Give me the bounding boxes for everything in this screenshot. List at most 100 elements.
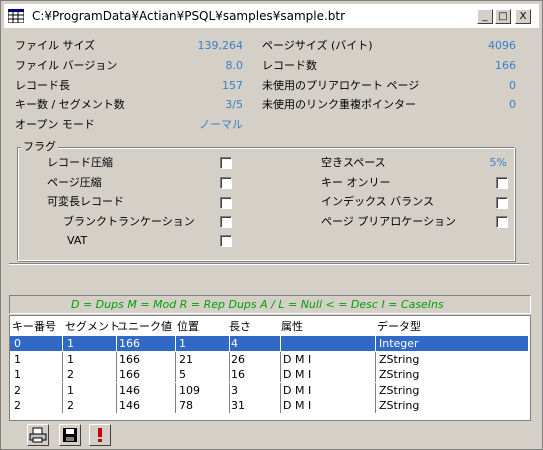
app-window: C:¥ProgramData¥Actian¥PSQL¥samples¥sampl…	[0, 0, 543, 450]
column-separator	[375, 367, 376, 382]
file-version-label: ファイル バージョン	[15, 59, 118, 72]
column-separator	[116, 336, 117, 351]
flags-title: フラグ	[21, 139, 58, 155]
flag-record-compression-label: レコード圧縮	[47, 156, 113, 169]
flag-key-only-label: キー オンリー	[321, 176, 391, 189]
print-button[interactable]	[27, 424, 49, 446]
minimize-button[interactable]: _	[477, 9, 493, 24]
column-separator	[175, 351, 176, 367]
table-cell: ZString	[379, 368, 420, 381]
table-cell: D M I	[283, 399, 312, 412]
table-cell: 166	[119, 337, 140, 350]
table-cell: 1	[14, 352, 21, 366]
table-cell: Integer	[379, 337, 419, 350]
table-cell: 2	[67, 399, 74, 412]
table-cell: 78	[179, 399, 193, 412]
header-unique-values[interactable]: ユニーク値	[117, 319, 172, 335]
grid-icon	[8, 9, 24, 23]
header-key-number[interactable]: キー番号	[12, 319, 56, 335]
table-cell: ZString	[379, 383, 420, 397]
table-cell: 1	[179, 337, 186, 350]
flag-record-compression-checkbox[interactable]	[220, 157, 232, 169]
flag-vat-checkbox[interactable]	[220, 235, 232, 247]
free-space-value: 5%	[489, 156, 507, 169]
table-cell: 0	[14, 337, 21, 350]
table-cell: 3	[231, 383, 238, 397]
flag-index-balance-checkbox[interactable]	[496, 197, 508, 209]
flag-variable-length-checkbox[interactable]	[220, 197, 232, 209]
table-cell: 1	[67, 337, 74, 350]
file-size-label: ファイル サイズ	[15, 39, 96, 52]
flag-blank-truncation-label: ブランクトランケーション	[63, 215, 195, 228]
window-title: C:¥ProgramData¥Actian¥PSQL¥samples¥sampl…	[32, 9, 346, 23]
free-space-label: 空きスペース	[321, 156, 386, 169]
column-separator	[62, 382, 63, 398]
flag-page-compression-checkbox[interactable]	[220, 177, 232, 189]
column-separator	[62, 398, 63, 413]
table-cell: D M I	[283, 383, 312, 397]
unused-dup-pointer-label: 未使用のリンク重複ポインター	[262, 98, 416, 111]
unused-prealloc-value: 0	[509, 79, 516, 92]
flag-page-prealloc-label: ページ プリアロケーション	[321, 215, 457, 228]
flag-index-balance-label: インデックス バランス	[321, 195, 434, 208]
flag-vat-label: VAT	[67, 234, 88, 247]
flag-page-prealloc-checkbox[interactable]	[496, 216, 508, 228]
table-cell: 21	[179, 352, 193, 366]
header-segment[interactable]: セグメント	[65, 319, 120, 335]
column-separator	[175, 382, 176, 398]
header-position[interactable]: 位置	[177, 319, 199, 335]
column-separator	[62, 336, 63, 351]
column-separator	[375, 351, 376, 367]
attribute-legend: D = Dups M = Mod R = Rep Dups A / L = Nu…	[71, 298, 444, 311]
record-count-value: 166	[495, 59, 516, 72]
column-separator	[280, 398, 281, 413]
column-separator	[116, 367, 117, 382]
column-separator	[175, 398, 176, 413]
alert-button[interactable]	[89, 424, 111, 446]
table-row[interactable]: 1 2 166 5 16 D M I ZString	[10, 367, 528, 382]
record-length-label: レコード長	[15, 79, 70, 92]
table-cell: ZString	[379, 352, 420, 366]
table-row[interactable]: 0 1 166 1 4 Integer	[10, 336, 528, 351]
table-cell: 1	[67, 383, 74, 397]
table-cell: 109	[179, 383, 200, 397]
header-attributes[interactable]: 属性	[281, 319, 303, 335]
column-separator	[116, 382, 117, 398]
table-row[interactable]: 2 2 146 78 31 D M I ZString	[10, 398, 528, 413]
table-cell: D M I	[283, 368, 312, 381]
file-size-value: 139,264	[197, 39, 244, 52]
exclamation-icon	[98, 428, 102, 442]
table-cell: 1	[14, 368, 21, 381]
flag-blank-truncation-checkbox[interactable]	[220, 216, 232, 228]
key-segment-value: 3/5	[225, 98, 243, 111]
table-cell: 16	[231, 368, 245, 381]
open-mode-label: オープン モード	[15, 118, 95, 131]
header-data-type[interactable]: データ型	[377, 319, 421, 335]
flag-page-compression-label: ページ圧縮	[47, 176, 102, 189]
column-separator	[280, 336, 281, 351]
column-separator	[375, 398, 376, 413]
column-separator	[175, 336, 176, 351]
column-separator	[62, 351, 63, 367]
flag-key-only-checkbox[interactable]	[496, 177, 508, 189]
title-bar: C:¥ProgramData¥Actian¥PSQL¥samples¥sampl…	[4, 4, 539, 28]
table-row[interactable]: 1 1 166 21 26 D M I ZString	[10, 351, 528, 367]
table-cell: 5	[179, 368, 186, 381]
column-separator	[375, 336, 376, 351]
flag-variable-length-label: 可変長レコード	[47, 195, 124, 208]
save-button[interactable]	[59, 424, 81, 446]
key-segment-label: キー数 / セグメント数	[15, 98, 125, 111]
unused-prealloc-label: 未使用のプリアロケート ページ	[262, 79, 420, 92]
table-cell: 166	[119, 368, 140, 381]
header-length[interactable]: 長さ	[229, 319, 251, 335]
column-separator	[175, 367, 176, 382]
maximize-button[interactable]: □	[495, 9, 511, 24]
print-icon	[29, 427, 47, 443]
close-button[interactable]: X	[515, 9, 531, 24]
column-separator	[62, 367, 63, 382]
panel-divider	[9, 263, 529, 265]
column-separator	[375, 382, 376, 398]
column-separator	[116, 398, 117, 413]
column-separator	[280, 382, 281, 398]
table-row[interactable]: 2 1 146 109 3 D M I ZString	[10, 382, 528, 398]
